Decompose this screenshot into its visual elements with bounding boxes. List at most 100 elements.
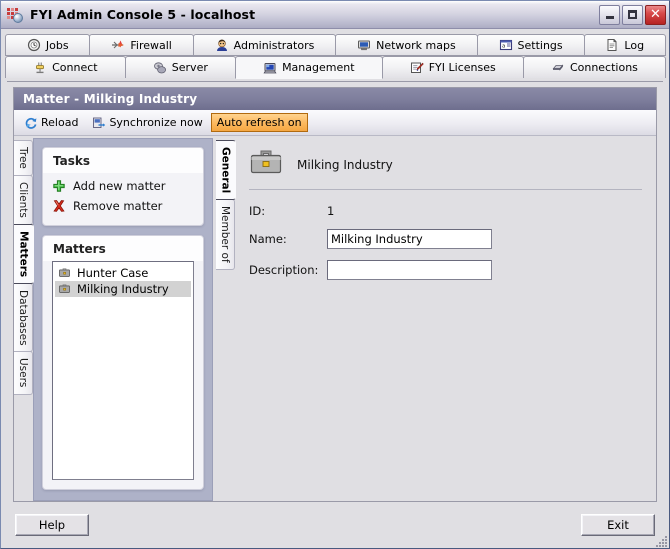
tab-label: Jobs [45, 38, 69, 52]
tab-row-primary: Jobs Firewall Administrators Network map… [5, 34, 666, 56]
license-pen-icon [410, 61, 424, 75]
window-title: FYI Admin Console 5 - localhost [30, 7, 256, 22]
maximize-button[interactable] [622, 4, 643, 25]
firewall-icon [111, 38, 125, 52]
list-item[interactable]: Milking Industry [55, 281, 191, 297]
vtab-clients[interactable]: Clients [14, 174, 33, 225]
panel-toolbar: Reload Synchronize now Auto refresh on [14, 110, 656, 136]
matter-detail-panel: Milking Industry ID: 1 Name: Description… [235, 138, 656, 501]
plus-green-icon [52, 179, 66, 193]
management-monitor-icon [263, 61, 277, 75]
vtab-label: Tree [17, 147, 29, 169]
detail-divider [249, 189, 642, 190]
exit-label: Exit [607, 518, 629, 532]
exit-button[interactable]: Exit [581, 514, 655, 536]
tab-server[interactable]: Server [124, 56, 236, 78]
title-bar: FYI Admin Console 5 - localhost ✕ [1, 1, 669, 29]
tab-label: Connect [52, 61, 98, 74]
window-controls: ✕ [599, 4, 666, 25]
name-row: Name: [245, 229, 642, 249]
add-new-matter-label: Add new matter [73, 179, 166, 193]
vtab-users[interactable]: Users [14, 351, 33, 395]
tab-label: Log [624, 38, 645, 52]
matters-side-panel: Tasks Add new matter Remove matter Matte… [33, 138, 213, 501]
description-row: Description: [245, 260, 642, 280]
help-button[interactable]: Help [15, 514, 89, 536]
briefcase-icon [58, 266, 72, 280]
left-vertical-tabs: Tree Clients Matters Databases Users [14, 138, 34, 501]
reload-button[interactable]: Reload [18, 113, 84, 132]
tab-administrators[interactable]: Administrators [192, 34, 337, 56]
name-input[interactable] [327, 229, 492, 249]
auto-refresh-label: Auto refresh on [216, 116, 302, 129]
panel-title: Matter - Milking Industry [23, 92, 198, 106]
vtab-tree[interactable]: Tree [14, 140, 33, 176]
detail-vertical-tabs: General Member of [216, 138, 236, 501]
list-item-label: Milking Industry [77, 282, 169, 296]
tab-label: Management [282, 61, 355, 74]
close-icon: ✕ [650, 7, 661, 22]
tasks-card-body: Add new matter Remove matter [43, 173, 203, 225]
tab-strip: Jobs Firewall Administrators Network map… [1, 29, 669, 79]
panel-body: Tree Clients Matters Databases Users Tas… [14, 136, 656, 501]
id-row: ID: 1 [245, 204, 642, 218]
tab-firewall[interactable]: Firewall [89, 34, 194, 56]
tab-fyi-licenses[interactable]: FYI Licenses [381, 56, 524, 78]
tasks-card-title: Tasks [43, 148, 203, 173]
vtab-databases[interactable]: Databases [14, 282, 33, 353]
vtab-label: Clients [17, 181, 29, 218]
remove-matter-label: Remove matter [73, 199, 163, 213]
remove-matter-action[interactable]: Remove matter [52, 196, 194, 216]
refresh-icon [24, 116, 38, 130]
close-button[interactable]: ✕ [645, 4, 666, 25]
tasks-card: Tasks Add new matter Remove matter [42, 147, 204, 226]
resize-grip[interactable] [654, 534, 667, 547]
vtab-label: General [219, 147, 232, 194]
matters-card: Matters Hunter Case Milking Industry [42, 235, 204, 490]
list-item[interactable]: Hunter Case [55, 265, 191, 281]
vtab-general[interactable]: General [216, 140, 236, 201]
minimize-button[interactable] [599, 4, 620, 25]
vtab-member-of[interactable]: Member of [216, 199, 235, 270]
id-value: 1 [327, 204, 335, 218]
synchronize-icon [92, 116, 106, 130]
tab-label: Server [171, 61, 208, 74]
add-new-matter-action[interactable]: Add new matter [52, 176, 194, 196]
server-icon [153, 61, 167, 75]
tab-log[interactable]: Log [583, 34, 666, 56]
vtab-matters[interactable]: Matters [14, 223, 34, 284]
content-area: Matter - Milking Industry Reload Synchro… [7, 81, 663, 502]
tab-settings[interactable]: a Settings [476, 34, 585, 56]
tab-connections[interactable]: Connections [522, 56, 667, 78]
maximize-icon [628, 10, 637, 19]
connect-plug-icon [33, 61, 47, 75]
reload-label: Reload [41, 116, 79, 129]
matter-group-box: Matter - Milking Industry Reload Synchro… [13, 87, 657, 502]
description-label: Description: [249, 263, 319, 277]
connections-chip-icon [551, 61, 565, 75]
vtab-label: Matters [17, 230, 30, 277]
auto-refresh-toggle[interactable]: Auto refresh on [210, 113, 308, 132]
tab-jobs[interactable]: Jobs [5, 34, 91, 56]
tab-label: Administrators [233, 38, 315, 52]
svg-text:a: a [502, 44, 505, 50]
description-input[interactable] [327, 260, 492, 280]
id-label: ID: [249, 204, 266, 218]
matters-card-title: Matters [43, 236, 203, 261]
help-label: Help [38, 518, 66, 532]
tab-network-maps[interactable]: Network maps [335, 34, 478, 56]
synchronize-now-label: Synchronize now [109, 116, 203, 129]
vtab-label: Member of [219, 206, 231, 263]
tab-label: Connections [569, 61, 638, 74]
app-grid-icon [7, 7, 25, 23]
tab-management[interactable]: Management [234, 56, 383, 79]
tab-connect[interactable]: Connect [5, 56, 126, 78]
vtab-label: Users [17, 358, 29, 388]
footer-bar: Help Exit [1, 502, 669, 548]
synchronize-now-button[interactable]: Synchronize now [86, 113, 208, 132]
name-label: Name: [249, 232, 287, 246]
briefcase-large-icon [249, 148, 283, 181]
matters-listbox[interactable]: Hunter Case Milking Industry [52, 261, 194, 480]
detail-header: Milking Industry [245, 146, 642, 189]
remove-red-x-icon [52, 199, 66, 213]
